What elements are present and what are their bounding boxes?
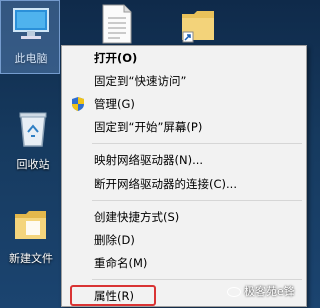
menu-separator [92, 279, 302, 280]
folder-icon [15, 211, 46, 239]
folder-shortcut-icon [182, 11, 214, 43]
menu-item-pin-start[interactable]: 固定到“开始”屏幕(P) [62, 116, 306, 138]
menu-item-open[interactable]: 打开(O) [62, 47, 306, 69]
this-pc-icon [13, 8, 49, 39]
watermark-text: 极客苑e锋 [244, 285, 295, 298]
watermark: 极客苑e锋 [227, 283, 295, 299]
menu-item-create-shortcut[interactable]: 创建快捷方式(S) [62, 206, 306, 228]
desktop-icon-recycle-bin[interactable]: 回收站 [2, 110, 64, 172]
menu-item-disconnect-drive[interactable]: 断开网络驱动器的连接(C)... [62, 173, 306, 195]
menu-item-label: 固定到“开始”屏幕(P) [94, 120, 203, 134]
menu-item-label: 重命名(M) [94, 256, 148, 270]
menu-item-label: 删除(D) [94, 233, 135, 247]
menu-item-map-drive[interactable]: 映射网络驱动器(N)... [62, 149, 306, 171]
menu-item-manage[interactable]: 管理(G) [62, 93, 306, 115]
menu-item-label: 管理(G) [94, 97, 135, 111]
desktop-icon-label: 回收站 [16, 158, 50, 171]
desktop-icon-new-folder[interactable]: 新建文件 [0, 208, 62, 266]
properties-highlight-box [70, 285, 156, 306]
menu-separator [92, 200, 302, 201]
uac-shield-icon [72, 97, 84, 111]
menu-item-rename[interactable]: 重命名(M) [62, 252, 306, 274]
recycle-bin-icon [19, 112, 47, 147]
context-menu: 打开(O) 固定到“快速访问” 管理(G) 固定到“开始”屏幕(P) 映射网络驱… [61, 45, 307, 307]
desktop-icon-folder-shortcut[interactable] [168, 6, 230, 48]
menu-item-delete[interactable]: 删除(D) [62, 229, 306, 251]
desktop-icon-label: 新建文件 [9, 252, 53, 265]
menu-item-label: 创建快捷方式(S) [94, 210, 180, 224]
desktop-icon-this-pc[interactable]: 此电脑 [0, 0, 62, 74]
menu-item-label: 固定到“快速访问” [94, 74, 187, 88]
menu-item-label: 断开网络驱动器的连接(C)... [94, 177, 237, 191]
menu-item-label: 映射网络驱动器(N)... [94, 153, 204, 167]
text-document-icon [102, 4, 132, 44]
menu-separator [92, 143, 302, 144]
menu-item-label: 打开(O) [94, 51, 138, 65]
menu-item-pin-quick-access[interactable]: 固定到“快速访问” [62, 70, 306, 92]
desktop-icon-document[interactable] [86, 4, 148, 48]
wechat-icon [227, 287, 241, 297]
